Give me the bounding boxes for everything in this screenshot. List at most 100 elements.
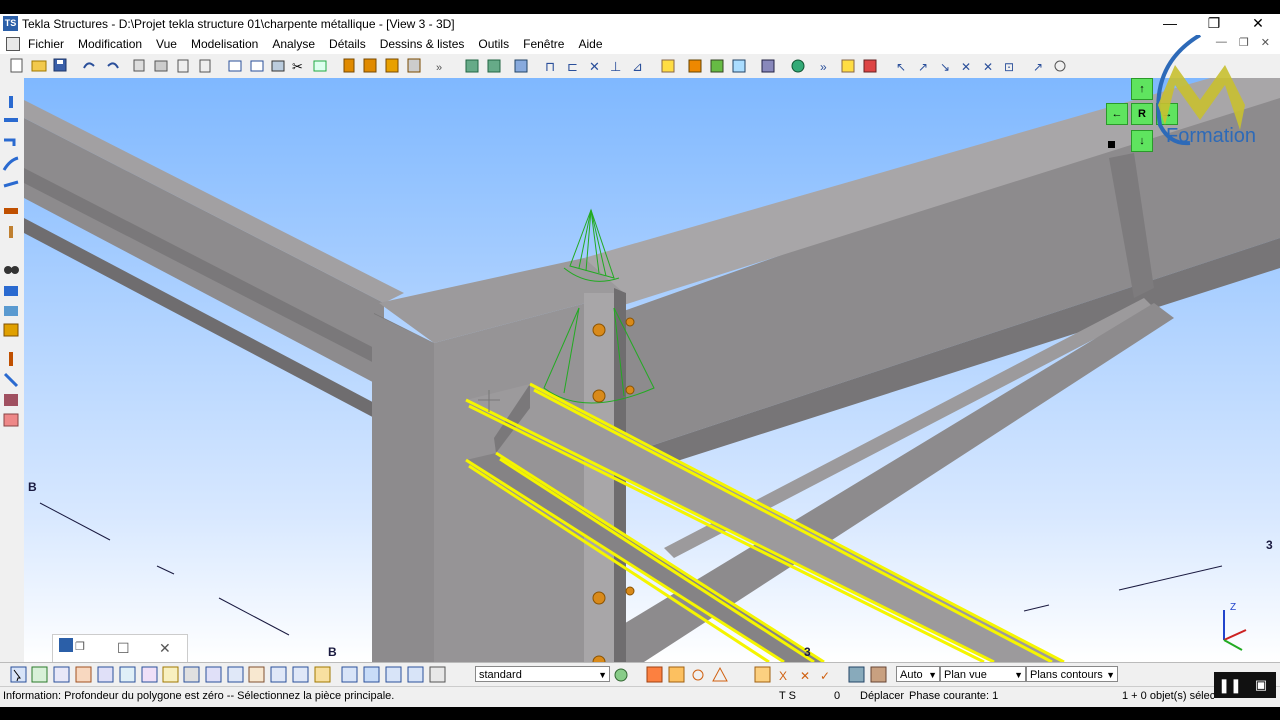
selection-filter-combo[interactable]: standard ▼ xyxy=(475,666,610,682)
snap-perp-icon[interactable]: ✕ xyxy=(983,60,993,74)
select-plane-icon[interactable] xyxy=(248,666,265,683)
polybeam-icon[interactable] xyxy=(407,58,421,73)
report-icon[interactable] xyxy=(732,59,746,73)
nav-corner-marker[interactable] xyxy=(1108,141,1115,148)
profile-tool-icon[interactable] xyxy=(4,286,18,296)
paste-icon[interactable] xyxy=(177,59,189,73)
beam-icon[interactable] xyxy=(363,58,377,73)
select-grid-icon[interactable] xyxy=(119,666,136,683)
snap-geom-icon[interactable] xyxy=(668,666,685,683)
hand-tool-icon[interactable] xyxy=(4,306,18,316)
view-icon[interactable] xyxy=(250,60,264,72)
floating-mini-window[interactable]: ❐ ☐ ✕ xyxy=(52,634,188,664)
snap-mode-combo[interactable]: Auto ▼ xyxy=(896,666,940,682)
snap-cross-icon[interactable]: ✕ xyxy=(800,669,810,683)
mdi-close-button[interactable]: ✕ xyxy=(1261,36,1270,49)
snap-any-icon[interactable]: ↗ xyxy=(1033,60,1043,74)
select-cut-icon[interactable] xyxy=(205,666,222,683)
window-icon[interactable] xyxy=(228,60,242,72)
select-component-icon[interactable] xyxy=(75,666,92,683)
snap-line-icon[interactable]: ↖ xyxy=(896,60,906,74)
component-icon[interactable]: » xyxy=(820,60,827,74)
snap-int-icon[interactable]: ✕ xyxy=(961,60,971,74)
select-view-icon[interactable] xyxy=(227,666,244,683)
column-icon[interactable] xyxy=(343,58,355,73)
restore-button[interactable]: ❐ xyxy=(1192,14,1236,34)
axis-icon[interactable]: ✕ xyxy=(589,59,600,74)
select-nested-icon[interactable] xyxy=(363,666,380,683)
select-part-icon[interactable] xyxy=(31,666,48,683)
select-assembly-icon[interactable] xyxy=(292,666,309,683)
select-options-icon[interactable] xyxy=(429,666,446,683)
menu-outils[interactable]: Outils xyxy=(478,37,509,51)
point-icon[interactable]: ⊥ xyxy=(610,59,621,74)
snap-plane-icon[interactable] xyxy=(848,666,865,683)
menu-vue[interactable]: Vue xyxy=(156,37,177,51)
properties-icon[interactable] xyxy=(271,60,285,72)
menu-analyse[interactable]: Analyse xyxy=(272,37,315,51)
snap-check-icon[interactable]: ✓ xyxy=(820,669,830,683)
snap-mid-icon[interactable]: ↗ xyxy=(918,60,928,74)
weld-icon[interactable] xyxy=(514,59,528,73)
grid-icon[interactable]: ⊓ xyxy=(545,59,555,74)
select-surface-icon[interactable] xyxy=(53,666,70,683)
polybeam-tool-icon[interactable] xyxy=(4,138,16,146)
strip-footing-tool-icon[interactable] xyxy=(9,226,13,238)
snap-x-icon[interactable]: X xyxy=(779,669,787,683)
snap-circle-point-icon[interactable] xyxy=(692,669,704,681)
select-point-icon[interactable] xyxy=(141,666,158,683)
snap-near-icon[interactable]: ⊡ xyxy=(1004,60,1014,74)
measure-icon[interactable]: ⊿ xyxy=(632,59,643,74)
menu-dessins[interactable]: Dessins & listes xyxy=(380,37,465,51)
beam-tool-icon[interactable] xyxy=(4,118,18,122)
column-tool-icon[interactable] xyxy=(9,96,13,108)
plate-icon[interactable] xyxy=(385,58,399,73)
nav-left-button[interactable]: ← xyxy=(1106,103,1128,125)
image-tool-icon[interactable] xyxy=(4,394,18,406)
snap-circle-icon[interactable] xyxy=(1054,60,1066,72)
model-scene[interactable]: Z xyxy=(24,78,1280,662)
snap-triangle-icon[interactable] xyxy=(712,666,728,682)
move-icon[interactable] xyxy=(154,60,168,72)
catalog-icon[interactable] xyxy=(841,59,855,73)
select-icon[interactable] xyxy=(313,60,327,72)
arrow-icon[interactable]: » xyxy=(436,62,442,74)
save-icon[interactable] xyxy=(53,58,67,72)
curved-beam-tool-icon[interactable] xyxy=(2,156,19,171)
twin-profile-tool-icon[interactable] xyxy=(3,180,19,188)
redo-icon[interactable] xyxy=(107,62,119,69)
select-single-icon[interactable] xyxy=(341,666,358,683)
undo-icon[interactable] xyxy=(83,62,95,69)
document-icon[interactable] xyxy=(6,37,20,51)
bolt-icon[interactable] xyxy=(688,59,702,73)
pause-icon[interactable]: ❚❚ xyxy=(1214,672,1246,698)
minimize-button[interactable]: — xyxy=(1148,14,1192,34)
panel-tool-icon[interactable] xyxy=(3,323,19,337)
tekla-app-icon[interactable]: TS xyxy=(3,16,18,31)
menu-modelisation[interactable]: Modelisation xyxy=(191,37,258,51)
close-button[interactable]: ✕ xyxy=(1236,14,1280,34)
mini-restore-icon[interactable]: ❐ xyxy=(75,640,85,653)
copy-icon[interactable] xyxy=(133,59,145,72)
menu-details[interactable]: Détails xyxy=(329,37,366,51)
open-folder-icon[interactable] xyxy=(31,60,47,72)
weld-tool-icon[interactable] xyxy=(710,59,724,73)
drawing-icon[interactable] xyxy=(761,59,775,73)
select-reference-icon[interactable] xyxy=(270,666,287,683)
menu-fichier[interactable]: Fichier xyxy=(28,37,64,51)
clipboard-icon[interactable] xyxy=(199,59,211,73)
menu-fenetre[interactable]: Fenêtre xyxy=(523,37,564,51)
select-object-icon[interactable] xyxy=(314,666,331,683)
contour-plane-combo[interactable]: Plans contours ▼ xyxy=(1026,666,1118,682)
pick-icon[interactable] xyxy=(661,59,675,73)
select-connection-icon[interactable] xyxy=(97,666,114,683)
pad-footing-tool-icon[interactable] xyxy=(4,208,18,214)
globe-icon[interactable] xyxy=(791,59,805,73)
menu-aide[interactable]: Aide xyxy=(578,37,602,51)
select-model-icon[interactable] xyxy=(385,666,402,683)
cut-part-icon[interactable] xyxy=(465,59,479,73)
select-filter-icon[interactable] xyxy=(407,666,424,683)
mini-maximize-button[interactable]: ☐ xyxy=(117,640,130,657)
dimension-icon[interactable]: ⊏ xyxy=(567,59,578,74)
snap-ref-icon[interactable] xyxy=(646,666,663,683)
